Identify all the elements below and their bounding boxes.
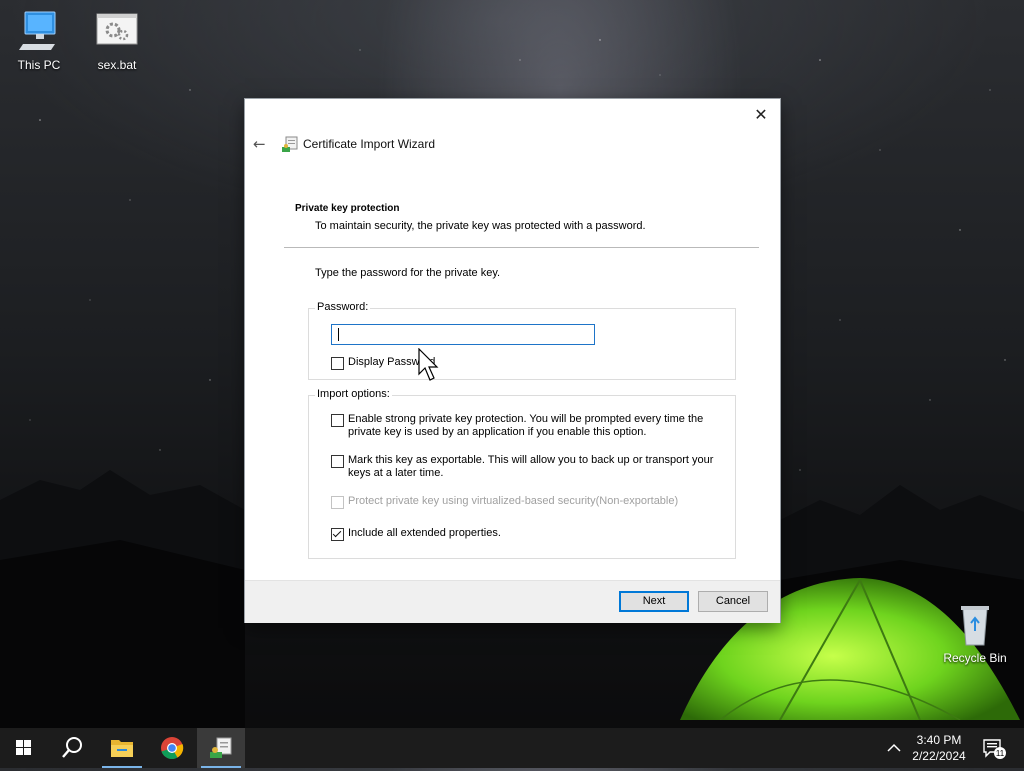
notification-icon: 11 <box>983 739 1006 759</box>
cancel-button[interactable]: Cancel <box>698 591 768 612</box>
desktop-icon-label: This PC <box>17 58 61 72</box>
search-icon <box>62 737 82 758</box>
certificate-import-wizard-dialog: ✕ ← Certificate Import Wizard Private ke… <box>245 99 780 623</box>
import-options-group: Import options: Enable strong private ke… <box>308 388 736 559</box>
strong-protection-label: Enable strong private key protection. Yo… <box>348 413 704 438</box>
back-arrow-icon: ← <box>253 135 266 153</box>
vbs-label: Protect private key using virtualized-ba… <box>348 495 679 507</box>
taskbar-chrome[interactable] <box>148 728 196 768</box>
option-exportable-row[interactable]: Mark this key as exportable. This will a… <box>331 454 720 480</box>
option-extended-properties-row[interactable]: Include all extended properties. <box>331 527 720 541</box>
import-options-label: Import options: <box>315 388 392 400</box>
exportable-label: Mark this key as exportable. This will a… <box>348 454 714 479</box>
windows-logo-icon <box>16 740 31 755</box>
option-strong-protection-row[interactable]: Enable strong private key protection. Yo… <box>331 413 720 439</box>
display-password-row[interactable]: Display Password <box>331 356 720 370</box>
close-icon: ✕ <box>754 105 768 124</box>
password-input[interactable] <box>331 324 595 345</box>
clock-date: 2/22/2024 <box>912 749 966 763</box>
option-vbs-row: Protect private key using virtualized-ba… <box>331 495 720 509</box>
recycle-bin-icon <box>951 603 999 647</box>
close-button[interactable]: ✕ <box>750 105 772 125</box>
clock[interactable]: 3:40 PM 2/22/2024 <box>904 732 974 764</box>
certificate-wizard-icon <box>282 136 298 152</box>
next-button[interactable]: Next <box>619 591 689 612</box>
taskbar: 3:40 PM 2/22/2024 11 <box>0 728 1024 768</box>
desktop-icon-this-pc[interactable]: This PC <box>0 10 78 72</box>
computer-icon <box>15 10 63 54</box>
start-button[interactable] <box>0 728 48 768</box>
display-password-label: Display Password <box>348 356 436 368</box>
section-subtitle: To maintain security, the private key wa… <box>315 220 646 232</box>
wizard-title: Certificate Import Wizard <box>303 137 436 151</box>
password-group: Password: Display Password <box>308 301 736 380</box>
extended-properties-label: Include all extended properties. <box>348 527 501 539</box>
back-button[interactable]: ← <box>253 135 275 153</box>
exportable-checkbox[interactable] <box>331 455 344 468</box>
header-divider <box>284 247 759 248</box>
desktop-icon-recycle-bin[interactable]: Recycle Bin <box>936 603 1014 665</box>
dialog-footer: Next Cancel <box>245 580 780 623</box>
text-caret <box>338 328 339 341</box>
desktop-icon-label: sex.bat <box>97 58 137 72</box>
chevron-up-icon <box>887 743 901 752</box>
extended-properties-checkbox[interactable] <box>331 528 344 541</box>
chrome-icon <box>161 737 184 760</box>
desktop-icon-sex-bat[interactable]: sex.bat <box>78 10 156 72</box>
section-title: Private key protection <box>295 203 400 214</box>
password-prompt: Type the password for the private key. <box>315 267 501 279</box>
notification-count: 11 <box>996 749 1005 758</box>
batch-file-icon <box>93 10 141 54</box>
password-group-label: Password: <box>315 301 371 313</box>
show-hidden-icons-button[interactable] <box>884 736 904 760</box>
search-button[interactable] <box>48 728 96 768</box>
strong-protection-checkbox[interactable] <box>331 414 344 427</box>
taskbar-certificate-wizard[interactable] <box>197 728 245 768</box>
certificate-wizard-icon <box>210 737 232 758</box>
desktop-icon-label: Recycle Bin <box>943 651 1007 665</box>
notification-center-button[interactable]: 11 <box>980 736 1008 760</box>
folder-icon <box>111 740 133 757</box>
display-password-checkbox[interactable] <box>331 357 344 370</box>
clock-time: 3:40 PM <box>916 733 962 747</box>
vbs-checkbox <box>331 496 344 509</box>
taskbar-file-explorer[interactable] <box>98 728 146 768</box>
